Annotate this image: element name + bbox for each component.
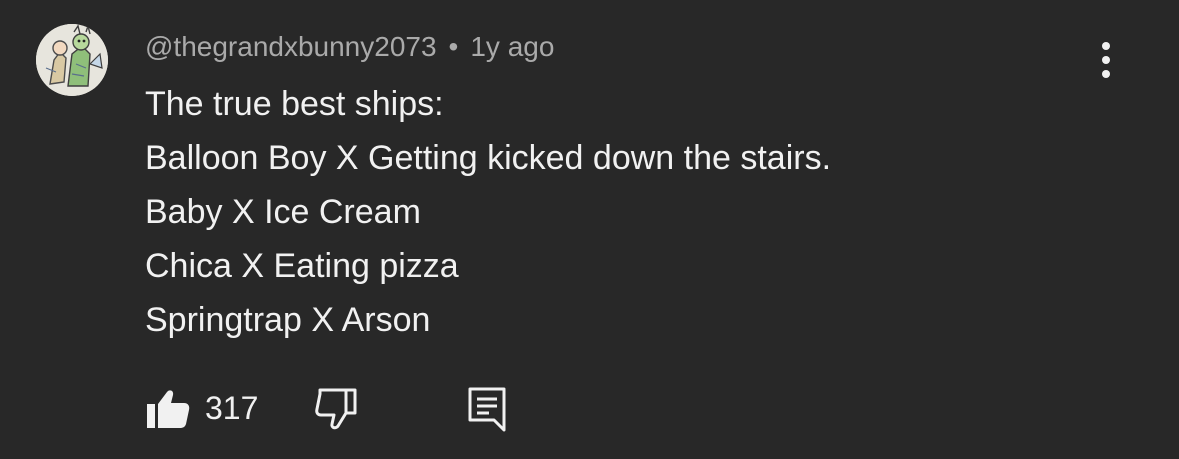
comment-line: Baby X Ice Cream — [145, 193, 421, 231]
like-button[interactable] — [145, 388, 191, 435]
like-count: 317 — [205, 390, 259, 426]
comment-meta: @thegrandxbunny2073 • 1y ago — [145, 30, 554, 64]
avatar[interactable] — [36, 24, 108, 96]
more-options-button[interactable] — [1092, 40, 1120, 80]
avatar-drawing — [36, 24, 108, 96]
reply-button[interactable] — [467, 386, 507, 437]
timestamp[interactable]: 1y ago — [470, 31, 554, 62]
username[interactable]: @thegrandxbunny2073 — [145, 31, 437, 62]
comment-line: The true best ships: — [145, 85, 444, 123]
comment-line: Chica X Eating pizza — [145, 247, 459, 285]
vertical-ellipsis-icon — [1102, 42, 1110, 78]
comment-line: Balloon Boy X Getting kicked down the st… — [145, 139, 832, 177]
comment-text: The true best ships: Balloon Boy X Getti… — [145, 77, 831, 347]
dislike-button[interactable] — [313, 388, 359, 435]
comment-line: Springtrap X Arson — [145, 301, 431, 339]
meta-separator: • — [448, 31, 459, 62]
comment-actions: 317 — [145, 384, 545, 432]
thumbs-down-outline-icon — [315, 388, 357, 430]
comment-reply-icon — [468, 387, 506, 432]
thumbs-up-filled-icon — [147, 390, 190, 428]
